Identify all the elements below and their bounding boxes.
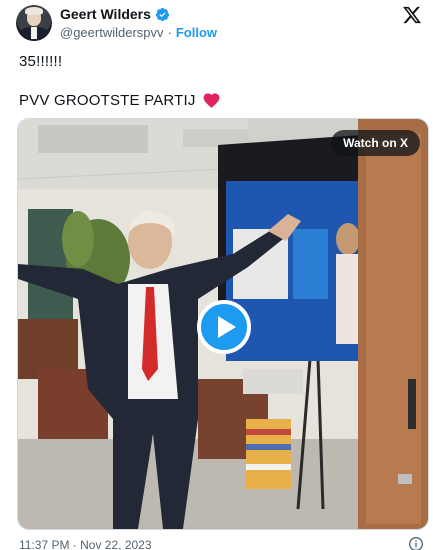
tweet-text-party: PVV GROOTSTE PARTIJ	[19, 92, 196, 109]
x-logo-icon[interactable]	[402, 5, 422, 25]
tweet-text-line-2: PVV GROOTSTE PARTIJ	[19, 91, 221, 110]
play-icon	[217, 316, 236, 338]
verified-badge-icon	[155, 7, 169, 21]
tweet-card: Geert Wilders @geertwilderspvv · Follow …	[0, 0, 433, 550]
author-handle[interactable]: @geertwilderspvv	[60, 25, 164, 40]
info-icon[interactable]	[408, 536, 424, 550]
author-name[interactable]: Geert Wilders	[60, 6, 151, 22]
author-handle-row: @geertwilderspvv · Follow	[60, 25, 217, 40]
follow-button[interactable]: Follow	[176, 25, 217, 40]
tweet-header: Geert Wilders @geertwilderspvv · Follow	[14, 5, 424, 41]
avatar[interactable]	[16, 5, 52, 41]
watch-on-x-button[interactable]: Watch on X	[331, 130, 420, 156]
author-name-row: Geert Wilders	[60, 5, 170, 23]
tweet-text-line-1: 35!!!!!!	[19, 53, 63, 70]
separator-dot: ·	[167, 25, 172, 40]
tweet-timestamp[interactable]: 11:37 PM · Nov 22, 2023	[19, 538, 152, 550]
red-heart-icon	[203, 93, 220, 108]
video-media[interactable]: Watch on X	[17, 118, 429, 530]
play-button[interactable]	[197, 300, 251, 354]
